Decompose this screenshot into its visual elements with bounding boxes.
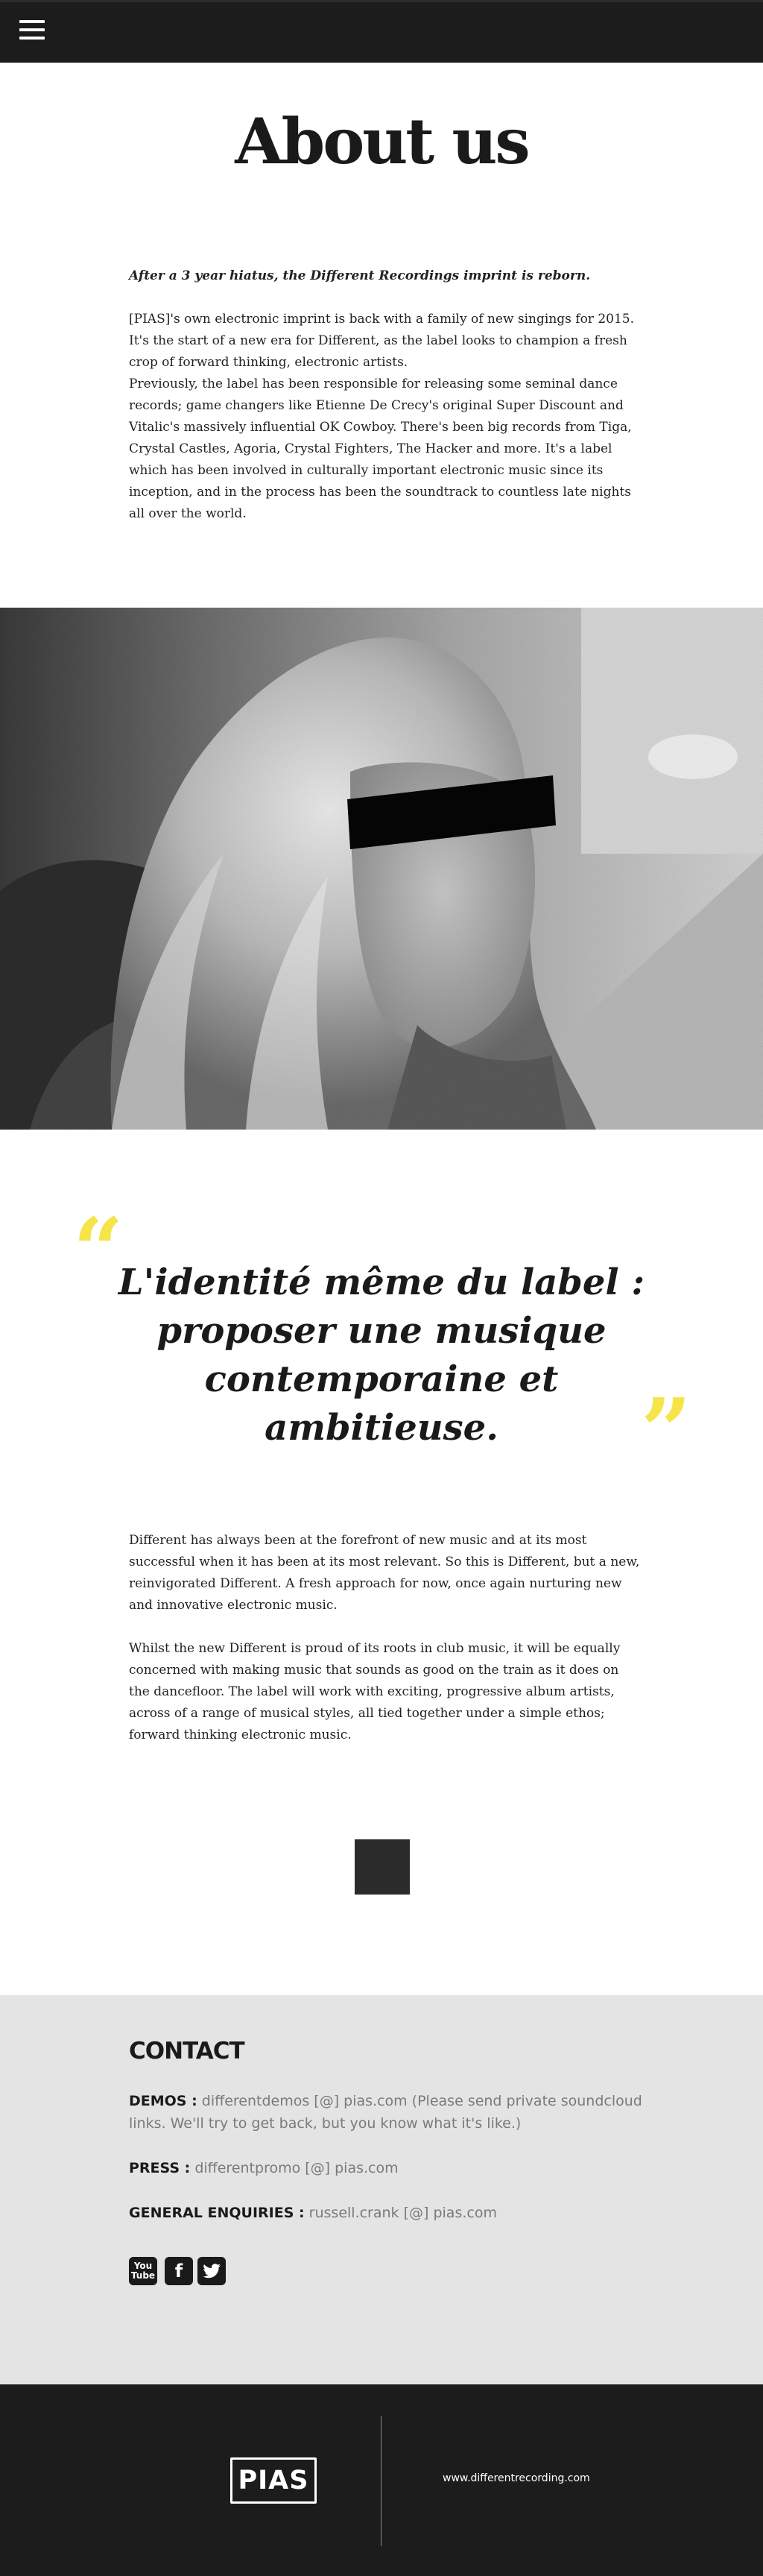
general-value[interactable]: russell.crank [@] pias.com bbox=[309, 2205, 497, 2221]
contact-heading: CONTACT bbox=[129, 2038, 245, 2065]
intro-paragraph-2: Previously, the label has been responsib… bbox=[129, 377, 632, 521]
pias-logo[interactable]: PIAS bbox=[230, 2457, 317, 2504]
demos-label: DEMOS : bbox=[129, 2093, 197, 2109]
pull-quote: L'identité même du label : proposer une … bbox=[118, 1262, 645, 1449]
website-link[interactable]: www.differentrecording.com bbox=[443, 2472, 590, 2484]
intro-paragraph-1: [PIAS]'s own electronic imprint is back … bbox=[129, 312, 635, 370]
intro-lead: After a 3 year hiatus, the Different Rec… bbox=[129, 268, 591, 283]
body-paragraph-1: Different has always been at the forefro… bbox=[129, 1533, 640, 1613]
general-label: GENERAL ENQUIRIES : bbox=[129, 2205, 305, 2221]
press-label: PRESS : bbox=[129, 2160, 191, 2176]
menu-icon[interactable] bbox=[19, 20, 45, 44]
footer: PIAS www.differentrecording.com bbox=[0, 2384, 763, 2576]
facebook-icon[interactable]: f bbox=[165, 2257, 193, 2285]
youtube-bottom-text: Tube bbox=[130, 2270, 156, 2281]
top-bar bbox=[0, 0, 763, 63]
twitter-icon[interactable] bbox=[197, 2257, 226, 2285]
demos-value[interactable]: differentdemos [@] pias.com (Please send… bbox=[129, 2093, 642, 2132]
pias-logo-text: PIAS bbox=[238, 2466, 309, 2495]
square-button[interactable] bbox=[355, 1839, 410, 1895]
quote-close-mark: ” bbox=[641, 1379, 691, 1482]
youtube-icon[interactable]: You Tube bbox=[129, 2257, 157, 2285]
contact-press: PRESS : differentpromo [@] pias.com bbox=[129, 2157, 665, 2179]
body-section: Different has always been at the forefro… bbox=[129, 1530, 643, 1746]
footer-divider bbox=[381, 2416, 382, 2546]
contact-general: GENERAL ENQUIRIES : russell.crank [@] pi… bbox=[129, 2202, 665, 2224]
press-value[interactable]: differentpromo [@] pias.com bbox=[194, 2160, 398, 2176]
twitter-bird-icon bbox=[203, 2264, 221, 2279]
contact-demos: DEMOS : differentdemos [@] pias.com (Ple… bbox=[129, 2090, 665, 2135]
facebook-letter: f bbox=[174, 2261, 183, 2281]
contact-section: CONTACT DEMOS : differentdemos [@] pias.… bbox=[0, 1995, 763, 2384]
body-paragraph-2: Whilst the new Different is proud of its… bbox=[129, 1641, 621, 1742]
intro-section: After a 3 year hiatus, the Different Rec… bbox=[129, 265, 636, 525]
hero-photo bbox=[0, 608, 763, 1130]
page-title: About us bbox=[235, 104, 530, 178]
